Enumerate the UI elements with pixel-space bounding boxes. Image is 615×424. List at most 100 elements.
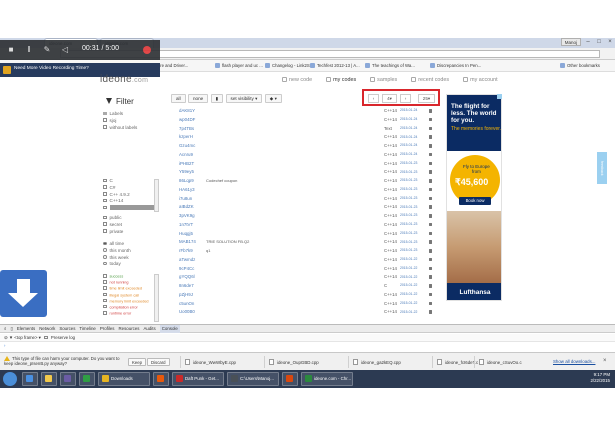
code-id-link[interactable]: gYQQ6l bbox=[179, 274, 195, 279]
close-window-icon[interactable]: × bbox=[605, 38, 615, 46]
lock-icon[interactable] bbox=[429, 310, 432, 314]
checkbox[interactable] bbox=[103, 304, 107, 309]
table-row[interactable]: Gzu4mc C++14 2015-01-24 bbox=[174, 142, 436, 151]
language-list-scrollbar[interactable] bbox=[154, 179, 159, 212]
lock-icon[interactable] bbox=[429, 187, 432, 192]
code-id-link[interactable]: 8n6de7 bbox=[179, 283, 194, 288]
code-id-link[interactable]: aIBdZK bbox=[179, 204, 194, 209]
table-row[interactable]: wp04DF C++14 2015-01-24 bbox=[174, 116, 436, 125]
nav-new-code[interactable]: new code bbox=[282, 77, 312, 83]
set-visibility-button[interactable]: set visibility ▾ bbox=[225, 94, 263, 103]
code-description[interactable]: Codechef coupon bbox=[206, 178, 237, 183]
devtools-tab-network[interactable]: Network bbox=[39, 325, 55, 333]
code-id-link[interactable]: i7u8un bbox=[179, 196, 192, 201]
bookmark-item[interactable]: Discrepancies In Pen... bbox=[430, 63, 481, 68]
visibility-option[interactable]: private bbox=[103, 229, 123, 236]
lock-icon[interactable] bbox=[429, 292, 432, 297]
frame-select[interactable]: <top frame> bbox=[14, 335, 37, 340]
draw-icon[interactable]: ✎ bbox=[42, 45, 52, 55]
page-select[interactable]: 4▾ bbox=[382, 94, 397, 103]
devtools-tab-console[interactable]: Console bbox=[159, 325, 180, 333]
language-option[interactable]: C bbox=[103, 178, 156, 185]
time-option[interactable]: all time bbox=[103, 241, 131, 248]
checkbox[interactable] bbox=[103, 192, 107, 196]
code-id-link[interactable]: wp04DF bbox=[179, 117, 195, 122]
status-option[interactable]: runtime error bbox=[103, 311, 149, 317]
nav-samples[interactable]: samples bbox=[370, 77, 397, 83]
time-option[interactable]: today bbox=[103, 261, 131, 268]
table-row[interactable]: 8n6de7 C 2015-01-22 bbox=[174, 282, 436, 291]
maximize-icon[interactable]: □ bbox=[594, 38, 604, 46]
code-id-link[interactable]: aTwmdz bbox=[179, 257, 195, 262]
table-row[interactable]: 7p4TBs Text 2015-01-24 bbox=[174, 125, 436, 134]
table-row[interactable]: HA61y3 C++14 2015-01-23 bbox=[174, 186, 436, 195]
table-row[interactable]: gYQQ6l C++14 2015-01-22 bbox=[174, 273, 436, 282]
checkbox[interactable] bbox=[103, 274, 107, 278]
start-button[interactable] bbox=[3, 372, 17, 386]
lock-icon[interactable] bbox=[429, 257, 432, 262]
no-entry-icon[interactable]: ⊘ bbox=[4, 335, 8, 340]
code-id-link[interactable]: 9cP4Cc bbox=[179, 266, 194, 271]
code-id-link[interactable]: Gzu4mc bbox=[179, 143, 195, 148]
code-description[interactable]: TRIE SOLUTION FB.Q2 bbox=[206, 239, 249, 244]
ad-book-now-button[interactable]: Book now bbox=[459, 197, 491, 205]
taskbar-app[interactable] bbox=[282, 372, 298, 386]
table-row[interactable]: iPHB2T C++14 2015-01-23 bbox=[174, 160, 436, 169]
code-id-link[interactable]: Y59ey5 bbox=[179, 169, 194, 174]
pause-icon[interactable]: ‖ bbox=[24, 45, 34, 55]
inspect-icon[interactable]: ⌕ bbox=[4, 325, 6, 333]
lock-icon[interactable] bbox=[429, 222, 432, 227]
select-all-button[interactable]: all bbox=[171, 94, 186, 103]
language-option-selected[interactable] bbox=[103, 205, 156, 212]
checkbox[interactable] bbox=[103, 298, 107, 303]
checkbox[interactable] bbox=[103, 311, 107, 315]
lock-icon[interactable] bbox=[429, 144, 432, 148]
checkbox[interactable] bbox=[103, 215, 107, 219]
taskbar-app[interactable]: Downloads bbox=[98, 372, 150, 386]
taskbar-app[interactable] bbox=[60, 372, 76, 386]
select-none-button[interactable]: none bbox=[188, 94, 209, 103]
visibility-option[interactable]: secret bbox=[103, 222, 123, 229]
delete-button[interactable]: ▮ bbox=[210, 94, 224, 103]
visibility-option[interactable]: public bbox=[103, 215, 123, 222]
code-id-link[interactable]: MAB174 bbox=[179, 239, 196, 244]
table-row[interactable]: 9cP4Cc C++14 2015-01-22 bbox=[174, 265, 436, 274]
code-description[interactable]: q1 bbox=[206, 248, 210, 253]
code-id-link[interactable]: 7p4TBs bbox=[179, 126, 194, 131]
download-item[interactable]: ideone_OupGBD.cpp bbox=[264, 356, 344, 368]
taskbar-app[interactable]: C:\Users\Manoj... bbox=[227, 372, 279, 386]
checkbox[interactable] bbox=[103, 222, 107, 226]
radio-button[interactable] bbox=[103, 261, 107, 266]
time-option[interactable]: this month bbox=[103, 248, 131, 255]
bookmark-item[interactable]: Other bookmarks bbox=[560, 63, 600, 68]
radio-button[interactable] bbox=[103, 255, 107, 259]
language-option[interactable]: C++ 4.9.2 bbox=[103, 192, 156, 199]
table-row[interactable]: Huqgj5 C++14 2015-01-23 bbox=[174, 230, 436, 239]
lock-icon[interactable] bbox=[429, 284, 432, 288]
feedback-tab[interactable]: feedback bbox=[597, 152, 607, 184]
code-id-link[interactable]: 86Lqp9 bbox=[179, 178, 194, 183]
checkbox[interactable] bbox=[103, 229, 107, 233]
checkbox[interactable] bbox=[103, 205, 107, 210]
table-row[interactable]: 1n7tVT C++14 2015-01-23 bbox=[174, 221, 436, 230]
record-icon[interactable]: ■ bbox=[6, 45, 16, 55]
per-page-select[interactable]: 25▾ bbox=[418, 94, 435, 103]
devtools-tab-profiles[interactable]: Profiles bbox=[100, 325, 115, 333]
checkbox[interactable] bbox=[103, 280, 107, 284]
bookmark-item[interactable]: The teachings of Wa... bbox=[365, 63, 415, 68]
nav-recent-codes[interactable]: recent codes bbox=[411, 77, 449, 83]
lufthansa-ad[interactable]: The flight for less. The world for you. … bbox=[446, 94, 502, 301]
taskbar-app[interactable] bbox=[41, 372, 57, 386]
ideone-logo[interactable]: ideone.com bbox=[100, 74, 148, 85]
devtools-tab-timeline[interactable]: Timeline bbox=[79, 325, 95, 333]
table-row[interactable]: pZjH9J C++14 2015-01-22 bbox=[174, 291, 436, 300]
download-item[interactable]: ideone_WwWbyE.cpp bbox=[180, 356, 260, 368]
label-option[interactable]: sjoj bbox=[103, 118, 137, 125]
taskbar-app[interactable] bbox=[153, 372, 169, 386]
code-id-link[interactable]: iPHB2T bbox=[179, 161, 194, 166]
status-list-scrollbar[interactable] bbox=[154, 274, 159, 322]
checkbox[interactable] bbox=[103, 286, 107, 290]
lock-icon[interactable] bbox=[429, 152, 432, 157]
table-row[interactable]: i7u8un C++14 2015-01-23 bbox=[174, 195, 436, 204]
code-id-link[interactable]: Uo00B0 bbox=[179, 309, 195, 314]
